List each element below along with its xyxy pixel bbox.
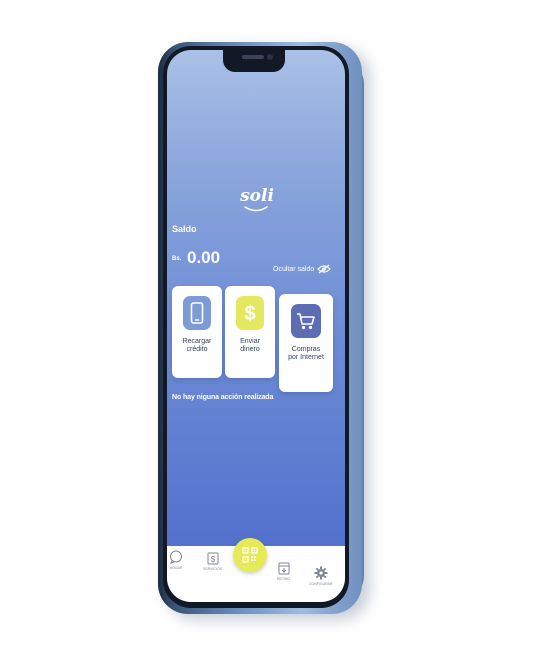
phone-notch xyxy=(223,50,285,72)
nav-services[interactable]: $ SERVICIOS xyxy=(203,552,222,571)
balance-currency: Bs. xyxy=(172,256,182,262)
dollar-box-icon: $ xyxy=(207,552,218,565)
nav-settings-label: CONFIGURAR xyxy=(309,582,333,586)
online-shopping-label: Compras por Internet xyxy=(288,346,324,361)
balance-amount: 0.00 xyxy=(187,248,221,267)
nav-withdraw[interactable]: RETIRO xyxy=(277,562,290,581)
hide-balance-label: Ocultar saldo xyxy=(273,265,315,273)
qr-scan-button[interactable] xyxy=(233,538,267,572)
app-screen: soli Saldo Bs. 0.00 Ocultar saldo Recarg… xyxy=(167,50,345,602)
dollar-icon: $ xyxy=(236,296,264,330)
front-camera xyxy=(267,54,273,60)
online-shopping-button[interactable]: Compras por Internet xyxy=(279,294,333,392)
speaker-grille xyxy=(242,55,264,59)
download-box-icon xyxy=(278,562,290,575)
nav-services-label: SERVICIOS xyxy=(203,567,222,571)
recharge-credit-label: Recargar crédito xyxy=(182,338,212,353)
nav-home-label: HOGAR xyxy=(169,566,183,570)
recharge-credit-button[interactable]: Recargar crédito xyxy=(172,286,222,378)
balance-label: Saldo xyxy=(172,224,197,234)
eye-off-icon xyxy=(317,264,332,274)
phone-icon xyxy=(183,296,211,330)
app-logo: soli xyxy=(240,186,274,206)
svg-text:$: $ xyxy=(244,303,255,325)
activity-status-text: No hay niguna acción realizada xyxy=(172,394,274,401)
send-money-label: Enviar dinero xyxy=(240,338,260,353)
chat-bubble-icon xyxy=(170,550,182,564)
nav-home[interactable]: HOGAR xyxy=(169,550,183,570)
nav-withdraw-label: RETIRO xyxy=(277,577,291,581)
logo-smile-icon xyxy=(244,206,268,212)
svg-text:$: $ xyxy=(210,555,215,564)
bottom-navigation: HOGAR $ SERVICIOS RETIRO CONFIGURAR xyxy=(167,538,345,602)
cart-icon xyxy=(291,304,321,338)
gear-icon xyxy=(314,566,328,580)
send-money-button[interactable]: $ Enviar dinero xyxy=(225,286,275,378)
nav-settings[interactable]: CONFIGURAR xyxy=(309,566,333,586)
qr-code-icon xyxy=(242,547,258,563)
hide-balance-toggle[interactable]: Ocultar saldo xyxy=(273,264,332,274)
